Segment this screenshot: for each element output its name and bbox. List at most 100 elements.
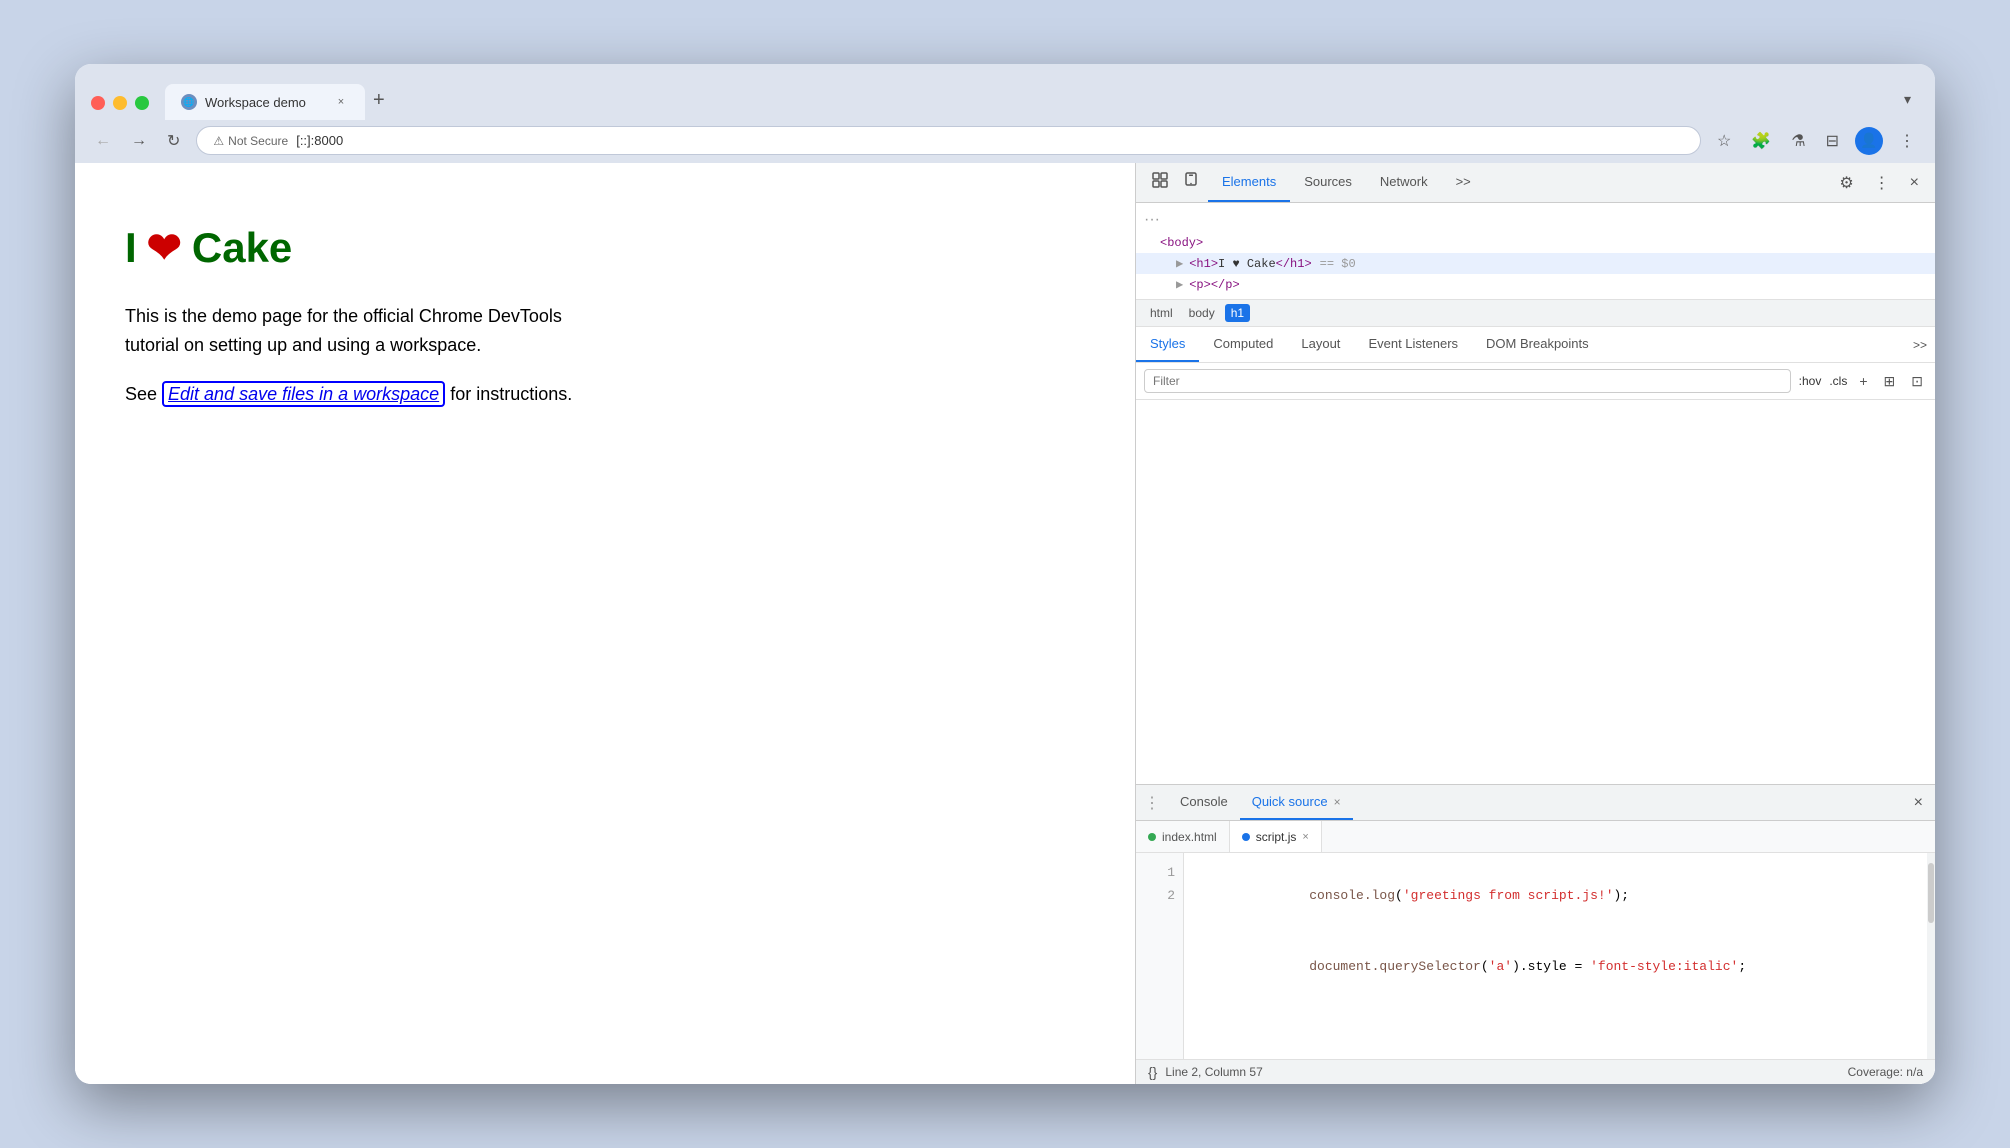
close-window-button[interactable] [91, 96, 105, 110]
styles-section: Styles Computed Layout Event Listeners D… [1136, 327, 1935, 784]
code-string-1: 'greetings from script.js!' [1403, 888, 1614, 903]
tab-end-controls: ▾ [1896, 87, 1919, 112]
code-content[interactable]: console.log('greetings from script.js!')… [1184, 853, 1927, 1059]
tab-list-button[interactable]: ▾ [1896, 87, 1919, 112]
elements-row-p[interactable]: ▶ <p> </p> [1136, 274, 1935, 295]
minimize-window-button[interactable] [113, 96, 127, 110]
tab-favicon: 🌐 [181, 94, 197, 110]
scrollbar-thumb[interactable] [1928, 863, 1934, 923]
devtools-tabs: Elements Sources Network >> [1208, 163, 1831, 202]
code-line-1: console.log('greetings from script.js!')… [1200, 861, 1911, 931]
status-bar: {} Line 2, Column 57 Coverage: n/a [1136, 1059, 1935, 1084]
extensions-button[interactable]: 🧩 [1747, 127, 1775, 155]
devtools-close-button[interactable]: × [1902, 168, 1927, 198]
tab-bar: 🌐 Workspace demo × + ▾ [165, 84, 1919, 120]
devtools-scrollbar[interactable] [1927, 853, 1935, 1059]
link-prefix: See [125, 384, 162, 404]
styles-tab-styles[interactable]: Styles [1136, 327, 1199, 362]
bookmark-button[interactable]: ☆ [1713, 127, 1735, 155]
page-description: This is the demo page for the official C… [125, 302, 585, 360]
menu-button[interactable]: ⋮ [1895, 127, 1919, 155]
file-tab-script-js[interactable]: script.js × [1230, 821, 1322, 852]
file-dot-blue [1242, 833, 1250, 841]
tab-title: Workspace demo [205, 95, 325, 110]
devtools-tab-sources[interactable]: Sources [1290, 163, 1366, 202]
element-state-button[interactable]: ⊞ [1880, 371, 1900, 392]
add-style-button[interactable]: + [1855, 371, 1871, 391]
bottom-panel-close-button[interactable]: × [1910, 790, 1927, 816]
elements-row-h1[interactable]: ▶ <h1> I ♥ Cake </h1> == $0 [1136, 253, 1935, 274]
bottom-tab-console[interactable]: Console [1168, 785, 1240, 820]
styles-tab-computed[interactable]: Computed [1199, 327, 1287, 362]
new-tab-button[interactable]: + [365, 89, 393, 112]
file-tabs: index.html script.js × [1136, 821, 1935, 853]
address-bar: ← → ↻ ⚠ Not Secure [::]:8000 ☆ 🧩 ⚗ ⊟ 👤 ⋮ [75, 120, 1935, 163]
split-screen-button[interactable]: ⊟ [1822, 127, 1843, 155]
h1-open: <h1> [1189, 257, 1218, 271]
styles-tab-layout[interactable]: Layout [1287, 327, 1354, 362]
devtools-tab-more[interactable]: >> [1442, 163, 1485, 202]
main-area: I ❤ Cake This is the demo page for the o… [75, 163, 1935, 1084]
styles-tab-dom-breakpoints[interactable]: DOM Breakpoints [1472, 327, 1603, 362]
styles-filter-input[interactable] [1144, 369, 1791, 393]
forward-button[interactable]: → [127, 128, 151, 154]
elements-panel: ··· <body> ▶ <h1> I ♥ Cake </h1> == $0 ▶… [1136, 203, 1935, 300]
cls-button[interactable]: .cls [1829, 374, 1847, 388]
not-secure-indicator: ⚠ Not Secure [213, 134, 288, 148]
url-bar[interactable]: ⚠ Not Secure [::]:8000 [196, 126, 1701, 155]
expand-arrow-p: ▶ [1176, 277, 1183, 292]
code-console-log: console.log [1309, 888, 1395, 903]
device-toolbar-button[interactable] [1176, 166, 1208, 199]
line-number-2: 2 [1136, 884, 1183, 907]
devtools-experiments-button[interactable]: ⚗ [1787, 127, 1809, 155]
h1-text: I ♥ Cake [1218, 257, 1276, 271]
file-tab-label-script: script.js [1256, 830, 1297, 844]
code-line-2: document.querySelector('a').style = 'fon… [1200, 931, 1911, 1001]
new-style-rule-button[interactable]: ⊡ [1907, 371, 1927, 392]
bottom-panel: ⋮ Console Quick source × × index.html [1136, 784, 1935, 1084]
devtools-right-icons: ⚙ ⋮ × [1831, 167, 1927, 199]
back-button[interactable]: ← [91, 128, 115, 154]
inspect-element-button[interactable] [1144, 166, 1176, 199]
elements-row-body[interactable]: <body> [1136, 233, 1935, 253]
browser-toolbar-icons: ☆ 🧩 ⚗ ⊟ 👤 ⋮ [1713, 127, 1919, 155]
breadcrumb-html[interactable]: html [1144, 304, 1179, 322]
heart-emoji: ❤ [147, 223, 182, 272]
warning-icon: ⚠ [213, 134, 224, 148]
profile-button[interactable]: 👤 [1855, 127, 1883, 155]
filter-controls: :hov .cls + ⊞ ⊡ [1799, 371, 1927, 392]
styles-tabs-more[interactable]: >> [1905, 327, 1935, 362]
maximize-window-button[interactable] [135, 96, 149, 110]
hov-button[interactable]: :hov [1799, 374, 1822, 388]
quick-source-close[interactable]: × [1334, 795, 1341, 809]
status-left: {} Line 2, Column 57 [1148, 1064, 1263, 1080]
devtools-tab-elements[interactable]: Elements [1208, 163, 1290, 202]
webpage-content: I ❤ Cake This is the demo page for the o… [75, 163, 1135, 1084]
p-close: </p> [1211, 278, 1240, 292]
breadcrumb-body[interactable]: body [1183, 304, 1221, 322]
pretty-print-button[interactable]: {} [1148, 1064, 1157, 1080]
styles-tab-event-listeners[interactable]: Event Listeners [1354, 327, 1472, 362]
code-area: 1 2 console.log('greetings from script.j… [1136, 853, 1935, 1059]
reload-button[interactable]: ↻ [163, 127, 184, 155]
breadcrumb-h1[interactable]: h1 [1225, 304, 1250, 322]
line-col-text: Line 2, Column 57 [1165, 1065, 1262, 1079]
h1-close: </h1> [1276, 257, 1312, 271]
file-tab-index-html[interactable]: index.html [1136, 821, 1230, 852]
browser-tab-active[interactable]: 🌐 Workspace demo × [165, 84, 365, 120]
devtools-more-button[interactable]: ⋮ [1866, 167, 1898, 199]
code-string-3: 'font-style:italic' [1590, 959, 1738, 974]
code-string-2: 'a' [1489, 959, 1512, 974]
workspace-link[interactable]: Edit and save files in a workspace [162, 381, 445, 407]
devtools-tab-network[interactable]: Network [1366, 163, 1442, 202]
traffic-lights [91, 96, 149, 110]
devtools-settings-button[interactable]: ⚙ [1831, 167, 1861, 199]
code-query-selector: document.querySelector [1309, 959, 1481, 974]
heading-i: I [125, 224, 137, 272]
bottom-panel-dots[interactable]: ⋮ [1144, 793, 1160, 813]
bottom-tab-quick-source[interactable]: Quick source × [1240, 785, 1353, 820]
tab-close-button[interactable]: × [333, 94, 349, 110]
bottom-panel-tabs: ⋮ Console Quick source × × [1136, 785, 1935, 821]
file-tab-close-script[interactable]: × [1302, 831, 1308, 843]
elements-dots[interactable]: ··· [1136, 207, 1935, 233]
